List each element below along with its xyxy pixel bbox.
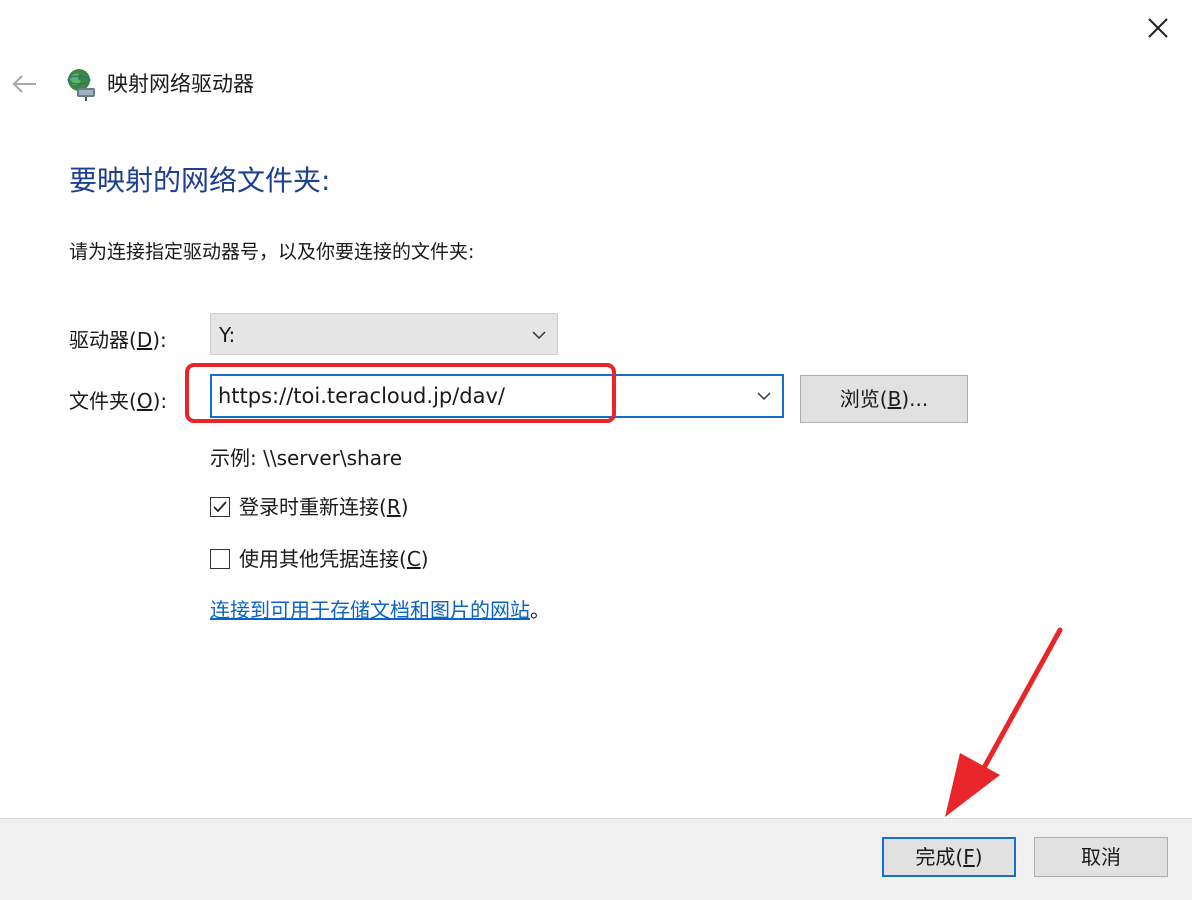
page-heading: 要映射的网络文件夹: (69, 164, 331, 197)
browse-button[interactable]: 浏览(B)... (800, 375, 968, 423)
folder-dropdown-button[interactable] (746, 376, 782, 416)
folder-label: 文件夹(O): (69, 389, 168, 413)
reconnect-label: 登录时重新连接(R) (239, 495, 409, 519)
folder-path-input[interactable] (218, 379, 738, 413)
window-title: 映射网络驱动器 (107, 72, 254, 96)
example-text: 示例: \\server\share (210, 446, 403, 470)
reconnect-checkbox[interactable] (210, 497, 230, 517)
red-arrow-annotation (945, 627, 1063, 817)
finish-button[interactable]: 完成(F) (882, 837, 1016, 877)
network-drive-icon (64, 66, 100, 102)
back-arrow-icon (12, 75, 36, 93)
chevron-down-icon (532, 331, 546, 340)
back-button[interactable] (8, 68, 44, 100)
other-credentials-option[interactable]: 使用其他凭据连接(C) (210, 544, 429, 574)
connect-website-link[interactable]: 连接到可用于存储文档和图片的网站 (210, 598, 530, 622)
drive-letter-select[interactable]: Y: (210, 313, 558, 355)
website-link-row: 连接到可用于存储文档和图片的网站。 (210, 596, 550, 624)
other-credentials-label: 使用其他凭据连接(C) (239, 547, 429, 571)
close-icon (1148, 18, 1168, 38)
link-suffix: 。 (530, 598, 550, 622)
drive-letter-value: Y: (219, 323, 236, 347)
instruction-text: 请为连接指定驱动器号，以及你要连接的文件夹: (69, 241, 475, 263)
drive-label: 驱动器(D): (69, 328, 167, 352)
reconnect-at-signin-option[interactable]: 登录时重新连接(R) (210, 492, 409, 522)
chevron-down-icon (757, 392, 771, 401)
cancel-button[interactable]: 取消 (1034, 837, 1168, 877)
checkmark-icon (213, 501, 227, 513)
folder-combo (210, 374, 784, 418)
close-button[interactable] (1138, 8, 1178, 48)
other-credentials-checkbox[interactable] (210, 549, 230, 569)
